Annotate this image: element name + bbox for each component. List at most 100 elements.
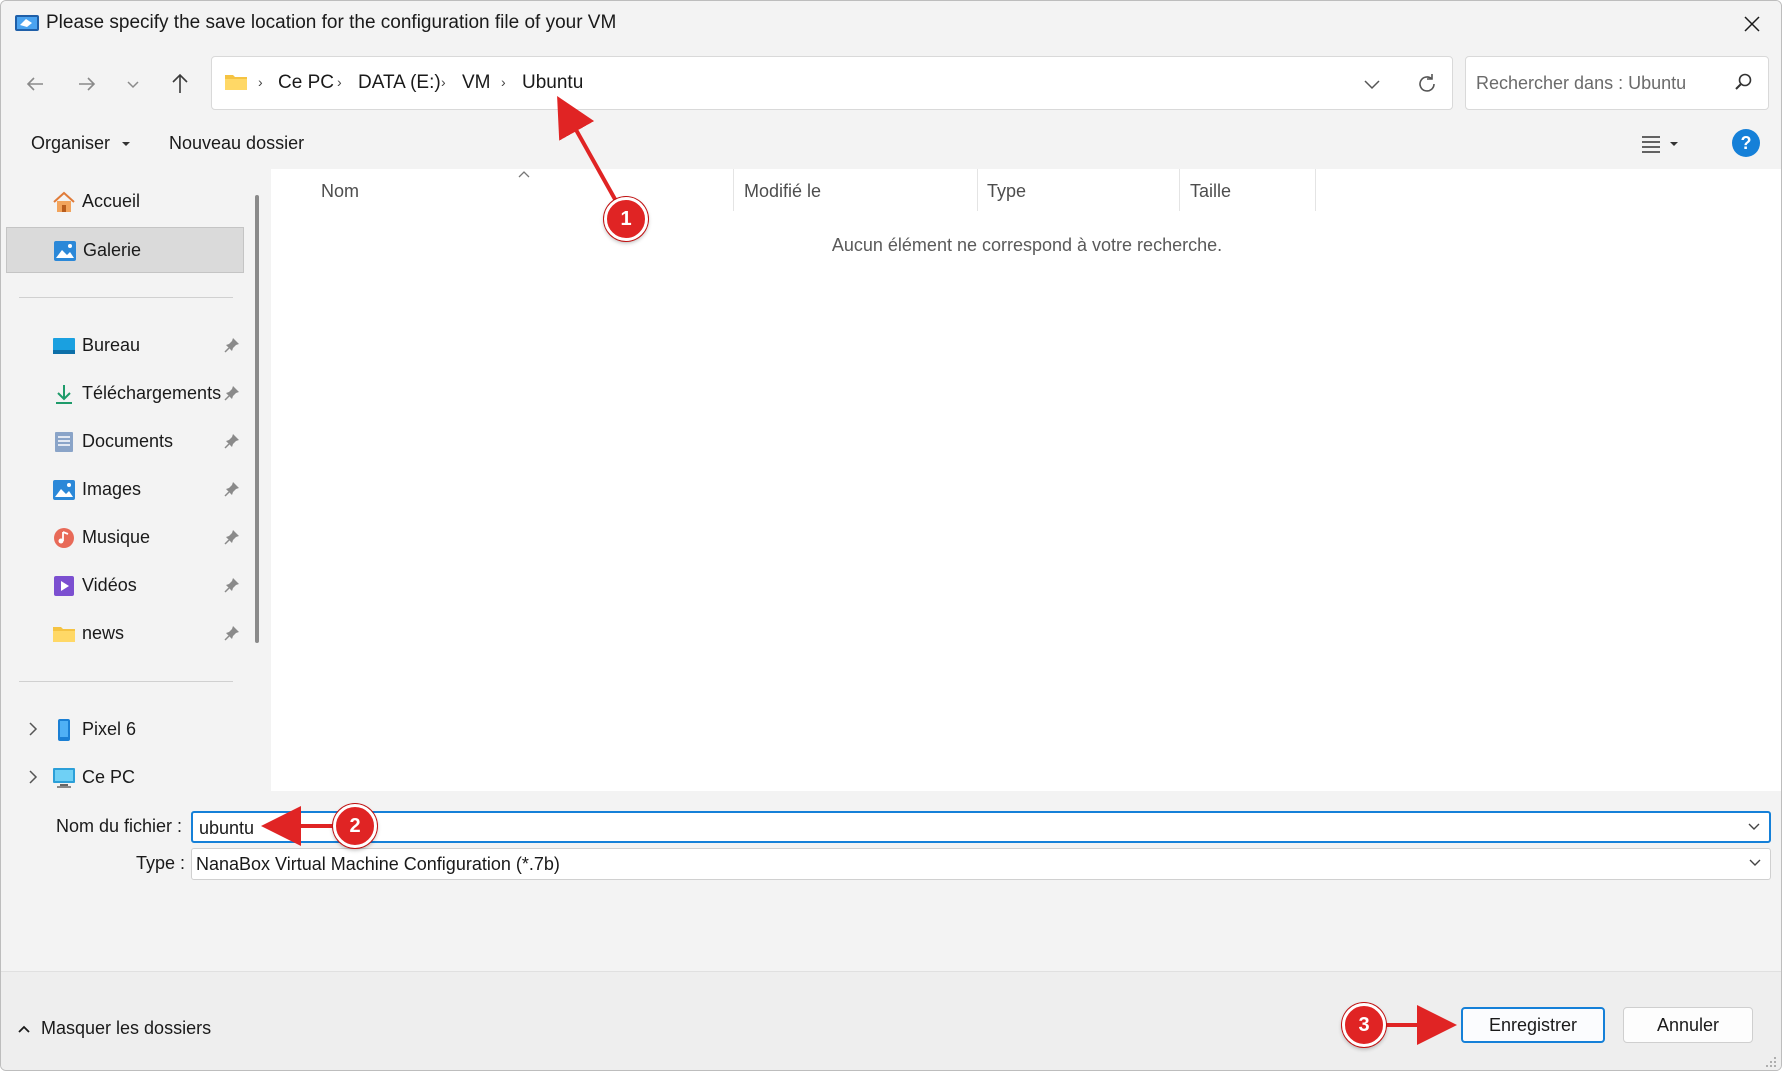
organize-label: Organiser <box>31 133 111 153</box>
breadcrumb-separator: › <box>337 74 342 90</box>
breadcrumb-separator: › <box>258 74 263 90</box>
empty-results-message: Aucun élément ne correspond à votre rech… <box>831 235 1223 255</box>
refresh-icon <box>1419 74 1435 92</box>
sort-ascending-icon <box>518 171 530 178</box>
sidebar-item-galerie[interactable]: Galerie <box>6 227 244 273</box>
back-button[interactable] <box>17 66 53 102</box>
sidebar-item-label: Accueil <box>82 191 141 211</box>
download-icon <box>56 385 72 404</box>
window-title: Please specify the save location for the… <box>46 12 617 33</box>
sidebar-item-label: Galerie <box>83 240 142 260</box>
pin-icon <box>224 338 239 353</box>
hide-folders-toggle[interactable]: Masquer les dossiers <box>17 1018 211 1039</box>
chevron-down-icon <box>1364 80 1380 90</box>
help-button[interactable]: ? <box>1732 129 1760 157</box>
new-folder-button[interactable]: Nouveau dossier <box>169 133 304 154</box>
annotation-marker-3: 3 <box>1342 1003 1386 1047</box>
column-separator[interactable] <box>1179 169 1180 211</box>
sidebar-item-label: Vidéos <box>82 575 137 595</box>
sidebar-item-label: Ce PC <box>82 767 136 787</box>
sidebar-item-news[interactable]: news <box>6 611 244 657</box>
filename-field[interactable] <box>191 811 1771 843</box>
pin-icon <box>224 530 239 545</box>
sidebar-item-pixel-6[interactable]: Pixel 6 <box>6 707 244 753</box>
phone-icon <box>58 719 70 741</box>
help-icon: ? <box>1740 132 1752 153</box>
breadcrumb-ce-pc[interactable]: Ce PC <box>278 72 334 94</box>
search-input[interactable] <box>1476 70 1716 96</box>
folder-icon <box>53 627 75 642</box>
arrow-left-icon <box>26 77 43 91</box>
caret-down-icon <box>1670 142 1678 146</box>
sidebar-item-label: news <box>82 623 125 643</box>
videos-icon <box>54 576 74 596</box>
save-button[interactable]: Enregistrer <box>1461 1007 1605 1043</box>
folder-icon <box>225 75 247 90</box>
column-header-type[interactable]: Type <box>987 181 1026 202</box>
chevron-down-icon[interactable] <box>1747 822 1761 832</box>
sidebar-item-label: Musique <box>82 527 151 547</box>
column-separator[interactable] <box>977 169 978 211</box>
close-button[interactable] <box>1723 1 1781 46</box>
sidebar-scrollbar[interactable] <box>255 195 259 643</box>
arrow-right-icon <box>79 77 96 91</box>
sidebar-item-images[interactable]: Images <box>6 467 244 513</box>
column-header-name[interactable]: Nom <box>321 181 359 202</box>
address-bar[interactable]: › Ce PC › DATA (E:) › VM › Ubuntu <box>211 56 1453 110</box>
computer-icon <box>53 768 75 788</box>
pin-icon <box>224 482 239 497</box>
sidebar-item-bureau[interactable]: Bureau <box>6 323 244 369</box>
search-box[interactable] <box>1465 56 1769 110</box>
caret-down-icon <box>122 142 131 147</box>
sidebar-item-label: Pixel 6 <box>82 719 137 739</box>
view-options-button[interactable] <box>1641 129 1701 159</box>
file-list: Nom Modifié le Type Taille Aucun élément… <box>271 169 1781 791</box>
column-header-size[interactable]: Taille <box>1190 181 1231 202</box>
breadcrumb-ubuntu[interactable]: Ubuntu <box>522 72 583 94</box>
chevron-down-icon <box>127 81 139 89</box>
resize-grip-icon[interactable] <box>1765 1056 1777 1068</box>
sidebar-item-label: Bureau <box>82 335 141 355</box>
forward-button[interactable] <box>69 66 105 102</box>
list-view-icon <box>1642 136 1660 153</box>
breadcrumb-separator: › <box>501 74 506 90</box>
cancel-button[interactable]: Annuler <box>1623 1007 1753 1043</box>
refresh-button[interactable] <box>1412 69 1442 99</box>
chevron-down-icon <box>1749 859 1761 866</box>
save-options: Nom du fichier : Type : NanaBox Virtual … <box>1 791 1781 971</box>
breadcrumb-vm[interactable]: VM <box>462 72 491 94</box>
sidebar-divider <box>19 681 233 682</box>
up-button[interactable] <box>162 66 198 102</box>
save-dialog: Please specify the save location for the… <box>0 0 1782 1071</box>
type-label: Type : <box>136 853 186 873</box>
close-icon <box>1744 15 1760 32</box>
filename-label: Nom du fichier : <box>56 816 183 836</box>
sidebar-divider <box>19 297 233 298</box>
column-separator[interactable] <box>733 169 734 211</box>
search-icon <box>1735 73 1752 90</box>
sidebar-item-label: Documents <box>82 431 174 451</box>
chevron-right-icon[interactable] <box>27 721 39 737</box>
sidebar-item-accueil[interactable]: Accueil <box>6 179 244 225</box>
recent-locations-button[interactable] <box>115 66 151 102</box>
column-separator[interactable] <box>1315 169 1316 211</box>
documents-icon <box>55 432 73 452</box>
address-history-dropdown[interactable] <box>1357 69 1387 99</box>
filename-input[interactable] <box>199 816 1719 840</box>
annotation-marker-2: 2 <box>333 804 377 848</box>
file-type-select[interactable]: NanaBox Virtual Machine Configuration (*… <box>191 848 1771 880</box>
chevron-up-icon <box>18 1025 30 1033</box>
sidebar-item-videos[interactable]: Vidéos <box>6 563 244 609</box>
sidebar-item-label: Images <box>82 479 142 499</box>
pin-icon <box>224 434 239 449</box>
sidebar-item-telechargements[interactable]: Téléchargements <box>6 371 244 417</box>
home-icon <box>53 191 75 212</box>
navigation-pane: Accueil Galerie Bureau Téléchargements D… <box>1 169 267 791</box>
breadcrumb-data-drive[interactable]: DATA (E:) <box>358 72 441 94</box>
sidebar-item-documents[interactable]: Documents <box>6 419 244 465</box>
file-type-value: NanaBox Virtual Machine Configuration (*… <box>196 854 560 874</box>
chevron-right-icon[interactable] <box>27 769 39 785</box>
organize-menu[interactable]: Organiser <box>31 133 131 154</box>
sidebar-item-musique[interactable]: Musique <box>6 515 244 561</box>
column-header-modified[interactable]: Modifié le <box>744 181 821 202</box>
